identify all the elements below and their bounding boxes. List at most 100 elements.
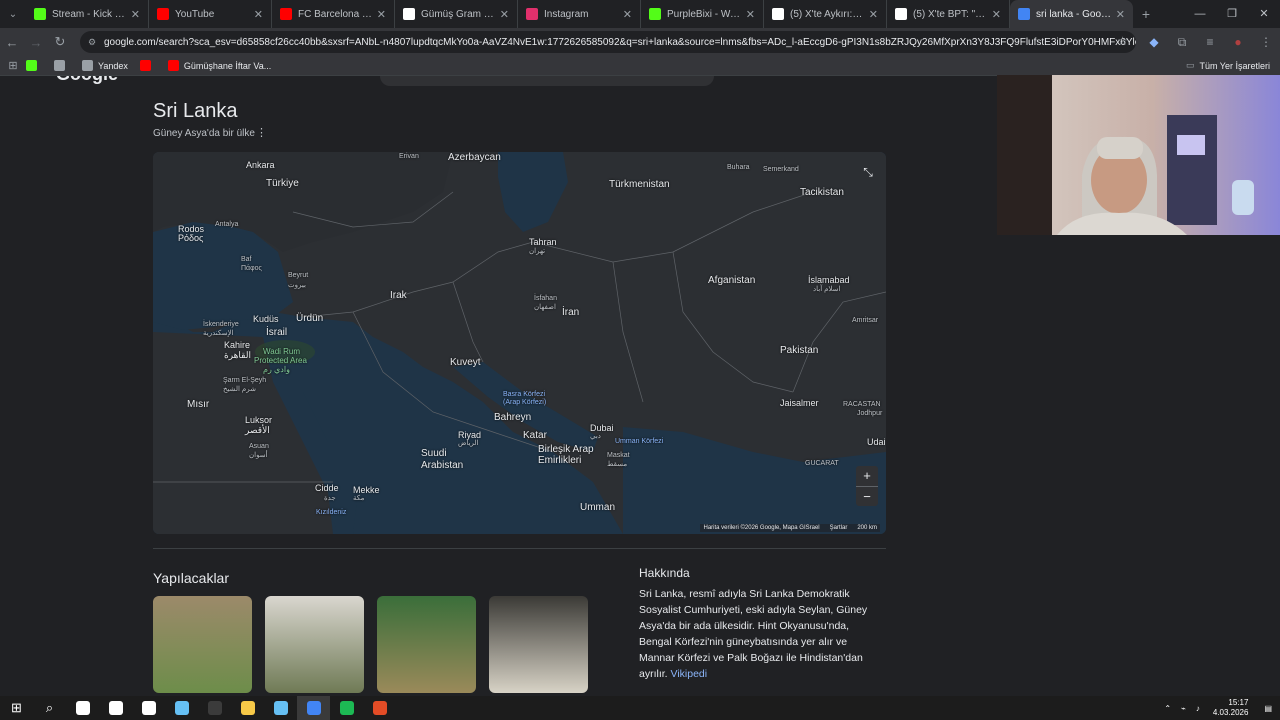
- map-label[interactable]: Pakistan: [780, 345, 818, 356]
- bookmark-item[interactable]: [26, 60, 42, 71]
- new-tab-button[interactable]: +: [1133, 6, 1159, 22]
- map-label[interactable]: Jaisalmer: [780, 398, 819, 408]
- profile-avatar[interactable]: ●: [1224, 35, 1252, 49]
- tab[interactable]: Stream - Kick Dashbo ✕: [26, 0, 149, 28]
- site-info-icon[interactable]: ⚙: [88, 37, 98, 47]
- map-label[interactable]: اصفهان: [534, 303, 556, 311]
- map-label[interactable]: جدة: [324, 494, 336, 502]
- taskbar-app-icon[interactable]: [330, 696, 363, 720]
- taskbar-app-icon[interactable]: [66, 696, 99, 720]
- map-label[interactable]: İran: [562, 307, 579, 318]
- map-label[interactable]: Tacikistan: [800, 187, 844, 198]
- tray-volume-icon[interactable]: ♪: [1191, 704, 1205, 713]
- bookmark-item[interactable]: [139, 60, 156, 71]
- attraction-thumbnail[interactable]: [265, 596, 364, 693]
- map-label[interactable]: Türkiye: [266, 178, 299, 189]
- map-label[interactable]: Şarm El-Şeyh: [223, 377, 266, 384]
- media-control-icon[interactable]: ≡: [1196, 35, 1224, 49]
- map-label[interactable]: شرم الشيخ: [223, 385, 256, 393]
- map-label[interactable]: Ürdün: [296, 313, 323, 324]
- map-label[interactable]: İsrail: [266, 327, 287, 338]
- taskbar-app-icon[interactable]: [231, 696, 264, 720]
- map-label[interactable]: Ρόδος: [178, 233, 203, 243]
- map-label[interactable]: Bahreyn: [494, 412, 531, 423]
- taskbar-app-icon[interactable]: [198, 696, 231, 720]
- notification-icon[interactable]: ▤: [1256, 704, 1280, 713]
- map-label[interactable]: Irak: [390, 290, 407, 301]
- map-label[interactable]: İslamabad: [808, 275, 850, 285]
- map-label[interactable]: Udai: [867, 437, 886, 447]
- map-label[interactable]: Protected Area: [254, 356, 307, 365]
- address-bar[interactable]: ⚙ google.com/search?sca_esv=d65858cf26cc…: [80, 31, 1136, 53]
- map-label[interactable]: Buhara: [727, 164, 750, 171]
- tab[interactable]: FC Barcelona - Atletic ✕: [272, 0, 395, 28]
- map-label[interactable]: Türkmenistan: [609, 179, 670, 190]
- map-label[interactable]: İsfahan: [534, 295, 557, 302]
- map-label[interactable]: GUCARAT: [805, 460, 839, 467]
- map-label[interactable]: Jodhpur: [857, 410, 882, 417]
- zoom-in-button[interactable]: +: [856, 466, 878, 486]
- taskbar-app-icon[interactable]: [297, 696, 330, 720]
- map-label[interactable]: اسلام آباد: [813, 285, 840, 293]
- map-label[interactable]: Birleşik Arap: [538, 444, 594, 455]
- map-label[interactable]: Afganistan: [708, 275, 755, 286]
- map-label[interactable]: القاهرة: [224, 350, 251, 361]
- map-label[interactable]: Antalya: [215, 221, 238, 228]
- map-label[interactable]: Azerbaycan: [448, 152, 501, 163]
- map-label[interactable]: Tahran: [529, 237, 557, 247]
- map-label[interactable]: Wadi Rum: [263, 347, 300, 356]
- things-to-do-title[interactable]: Yapılacaklar: [153, 570, 229, 586]
- taskbar-app-icon[interactable]: [132, 696, 165, 720]
- map-label[interactable]: Mısır: [187, 399, 209, 410]
- search-box-edge[interactable]: [380, 76, 714, 86]
- tray-network-icon[interactable]: ⌁: [1176, 704, 1191, 713]
- reload-button[interactable]: ↻: [48, 34, 72, 50]
- attraction-thumbnail[interactable]: [153, 596, 252, 693]
- search-icon[interactable]: ⌕: [33, 696, 66, 720]
- bookmark-item[interactable]: Yandex: [82, 60, 128, 71]
- map-label[interactable]: Umman Körfezi: [615, 438, 663, 445]
- zoom-out-button[interactable]: −: [856, 486, 878, 506]
- map-label[interactable]: Luksor: [245, 415, 272, 425]
- forward-button[interactable]: →: [24, 35, 48, 50]
- google-logo[interactable]: Google: [56, 76, 118, 85]
- apps-icon[interactable]: ⊞: [0, 59, 26, 72]
- tab-close-icon[interactable]: ✕: [746, 8, 755, 21]
- map-label[interactable]: Beyrut: [288, 272, 308, 279]
- restore-button[interactable]: ❐: [1216, 0, 1248, 28]
- map-label[interactable]: الإسكندرية: [203, 329, 234, 337]
- extension-icon[interactable]: ◆: [1140, 35, 1168, 49]
- map-label[interactable]: Baf: [241, 256, 252, 263]
- map-terms-link[interactable]: Şartlar: [830, 525, 848, 531]
- expand-map-icon[interactable]: ⤡: [858, 162, 878, 182]
- map-label[interactable]: الأقصر: [245, 425, 270, 436]
- map-label[interactable]: Umman: [580, 502, 615, 513]
- attraction-thumbnail[interactable]: [489, 596, 588, 693]
- map-label[interactable]: مسقط: [607, 460, 627, 468]
- map-label[interactable]: الرياض: [458, 439, 478, 447]
- map-label[interactable]: Cidde: [315, 483, 339, 493]
- map-label[interactable]: Amritsar: [852, 317, 878, 324]
- bookmark-item[interactable]: Gümüşhane İftar Va...: [167, 60, 271, 71]
- map-label[interactable]: دبي: [590, 432, 601, 440]
- map-label[interactable]: Kuveyt: [450, 357, 481, 368]
- map-label[interactable]: Kahire: [224, 340, 250, 350]
- all-bookmarks[interactable]: ▭ Tüm Yer İşaretleri: [1186, 60, 1270, 71]
- map-label[interactable]: تهران: [529, 247, 545, 255]
- tab-close-icon[interactable]: ✕: [623, 8, 632, 21]
- tab-close-icon[interactable]: ✕: [500, 8, 509, 21]
- map-label[interactable]: Emirlikleri: [538, 455, 581, 466]
- bookmark-item[interactable]: [54, 60, 70, 71]
- tab-close-icon[interactable]: ✕: [1116, 8, 1125, 21]
- taskbar-app-icon[interactable]: [264, 696, 297, 720]
- puzzle-icon[interactable]: ⧉: [1168, 35, 1196, 50]
- map-label[interactable]: Maskat: [607, 452, 630, 459]
- bookmark-star-icon[interactable]: ☆: [1117, 34, 1128, 48]
- wikipedia-link[interactable]: Vikipedi: [671, 668, 708, 680]
- map-label[interactable]: Arabistan: [421, 460, 463, 471]
- tab[interactable]: (5) X'te BPT: "Hatay D ✕: [887, 0, 1010, 28]
- map-label[interactable]: وادي رم: [263, 365, 290, 374]
- tray-chevron-icon[interactable]: ⌃: [1159, 704, 1176, 713]
- tab-close-icon[interactable]: ✕: [131, 8, 140, 21]
- more-options-icon[interactable]: ⋮: [256, 126, 267, 139]
